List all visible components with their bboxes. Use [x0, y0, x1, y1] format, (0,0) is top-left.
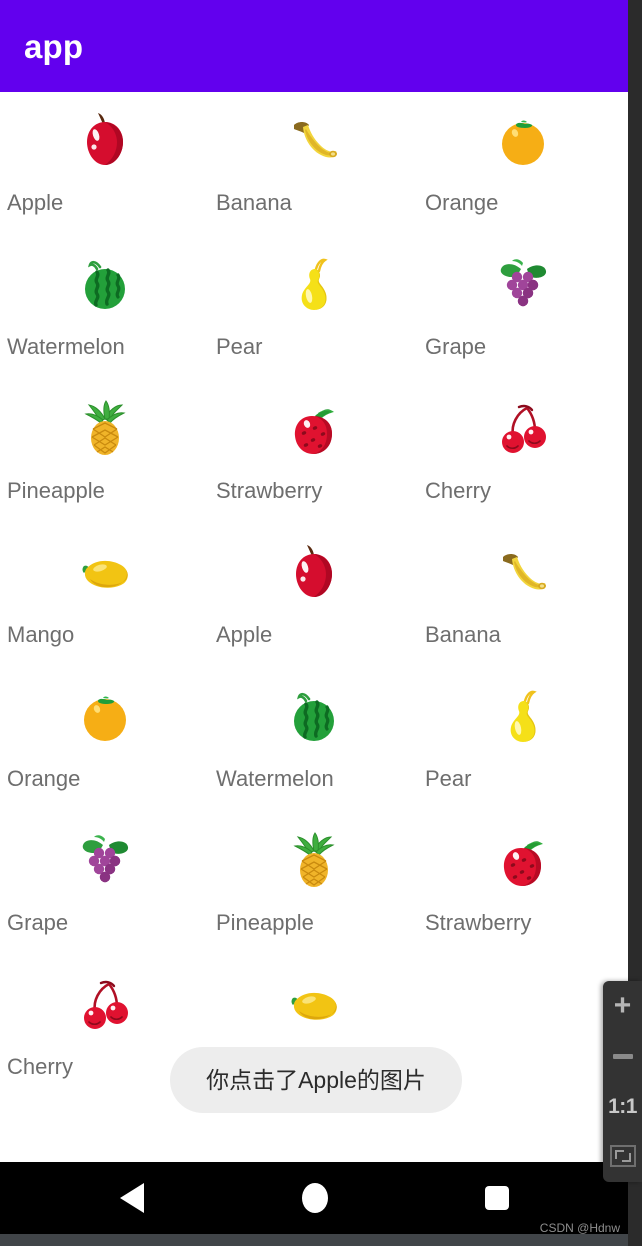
grid-cell-watermelon[interactable]: Watermelon	[0, 236, 209, 380]
grid-cell-label: Watermelon	[7, 334, 125, 359]
grid-cell-cherry[interactable]: Cherry	[418, 380, 627, 524]
triangle-back-icon	[120, 1183, 144, 1213]
grid-cell-label: Pineapple	[7, 478, 105, 503]
grape-icon[interactable]	[0, 820, 209, 902]
pear-icon[interactable]	[209, 244, 418, 326]
watermelon-icon[interactable]	[209, 676, 418, 758]
app-bar: app	[0, 0, 628, 92]
cherry-icon[interactable]	[418, 388, 627, 470]
grid-row: Pineapple Strawberry Cherry	[0, 380, 628, 524]
grid-row: Orange Watermelon Pear	[0, 668, 628, 812]
grid-cell-label: Pineapple	[216, 910, 314, 935]
grid-cell-pineapple[interactable]: Pineapple	[209, 812, 418, 956]
square-recents-icon	[485, 1186, 509, 1210]
grid-cell-label: Strawberry	[425, 910, 532, 935]
grid-cell-grape[interactable]: Grape	[0, 812, 209, 956]
circle-home-icon	[302, 1183, 328, 1213]
grid-cell-pear[interactable]: Pear	[209, 236, 418, 380]
app-bar-title: app	[24, 27, 84, 65]
grid-cell-strawberry[interactable]: Strawberry	[209, 380, 418, 524]
grid-cell-label: Pear	[425, 766, 472, 791]
grid-cell-strawberry[interactable]: Strawberry	[418, 812, 627, 956]
back-button[interactable]	[82, 1162, 182, 1234]
grid-cell-label: Banana	[425, 622, 501, 647]
zoom-reset-button[interactable]: 1:1	[603, 1081, 642, 1131]
grid-row: Watermelon Pear Grape	[0, 236, 628, 380]
grape-icon[interactable]	[418, 244, 627, 326]
recents-button[interactable]	[447, 1162, 547, 1234]
zoom-fit-button[interactable]	[603, 1131, 642, 1181]
grid-cell-label: Strawberry	[216, 478, 323, 503]
bottom-strip	[0, 1234, 628, 1246]
home-button[interactable]	[265, 1162, 365, 1234]
grid-cell-apple[interactable]: Apple	[209, 524, 418, 668]
grid-cell-label: Cherry	[7, 1054, 74, 1079]
grid-cell-label: Apple	[7, 190, 64, 215]
pineapple-icon[interactable]	[0, 388, 209, 470]
watermelon-icon[interactable]	[0, 244, 209, 326]
grid-row: Apple Banana Orange	[0, 92, 628, 236]
grid-cell-label: Orange	[425, 190, 499, 215]
one-to-one-icon: 1:1	[608, 1094, 637, 1118]
grid-cell-label: Orange	[7, 766, 81, 791]
mango-icon[interactable]	[209, 964, 418, 1046]
plus-icon: +	[613, 989, 632, 1022]
zoom-toolbar: + 1:1	[603, 981, 642, 1182]
phone-screenshot: app Apple Banana Orange Watermelon Pear Grape…	[0, 0, 642, 1246]
grid-row: Mango Apple Banana	[0, 524, 628, 668]
grid-cell-apple[interactable]: Apple	[0, 92, 209, 236]
banana-icon[interactable]	[418, 532, 627, 614]
grid-cell-label: Apple	[216, 622, 273, 647]
android-nav-bar	[0, 1162, 628, 1234]
pineapple-icon[interactable]	[209, 820, 418, 902]
grid-cell-watermelon[interactable]: Watermelon	[209, 668, 418, 812]
cherry-icon[interactable]	[0, 964, 209, 1046]
zoom-out-button[interactable]	[603, 1031, 642, 1081]
minus-icon	[612, 1053, 633, 1059]
grid-cell-label: Cherry	[425, 478, 492, 503]
device-screen: app Apple Banana Orange Watermelon Pear Grape…	[0, 0, 628, 1246]
grid-cell-label: Grape	[7, 910, 69, 935]
banana-icon[interactable]	[209, 100, 418, 182]
grid-cell-label: Pear	[216, 334, 263, 359]
zoom-in-button[interactable]: +	[603, 981, 642, 1031]
apple-icon[interactable]	[0, 100, 209, 182]
grid-cell-banana[interactable]: Banana	[418, 524, 627, 668]
grid-row: Grape Pineapple Strawberry	[0, 812, 628, 956]
grid-cell-mango[interactable]: Mango	[0, 524, 209, 668]
grid-cell-pineapple[interactable]: Pineapple	[0, 380, 209, 524]
toast-text: 你点击了Apple的图片	[206, 1066, 426, 1093]
orange-icon[interactable]	[418, 100, 627, 182]
grid-cell-label: Mango	[7, 622, 75, 647]
grid-cell-label: Grape	[425, 334, 487, 359]
grid-cell-banana[interactable]: Banana	[209, 92, 418, 236]
grid-cell-label: Watermelon	[216, 766, 334, 791]
grid-cell-grape[interactable]: Grape	[418, 236, 627, 380]
orange-icon[interactable]	[0, 676, 209, 758]
watermark-label: CSDN @Hdnw	[539, 1221, 620, 1235]
apple-icon[interactable]	[209, 532, 418, 614]
grid-cell-orange[interactable]: Orange	[0, 668, 209, 812]
toast-message: 你点击了Apple的图片	[170, 1047, 462, 1113]
mango-icon[interactable]	[0, 532, 209, 614]
pear-icon[interactable]	[418, 676, 627, 758]
fruit-grid: Apple Banana Orange Watermelon Pear Grape Pine…	[0, 92, 628, 1162]
fit-screen-icon	[609, 1145, 636, 1167]
strawberry-icon[interactable]	[209, 388, 418, 470]
grid-cell-label: Banana	[216, 190, 292, 215]
strawberry-icon[interactable]	[418, 820, 627, 902]
grid-cell-orange[interactable]: Orange	[418, 92, 627, 236]
grid-cell-pear[interactable]: Pear	[418, 668, 627, 812]
